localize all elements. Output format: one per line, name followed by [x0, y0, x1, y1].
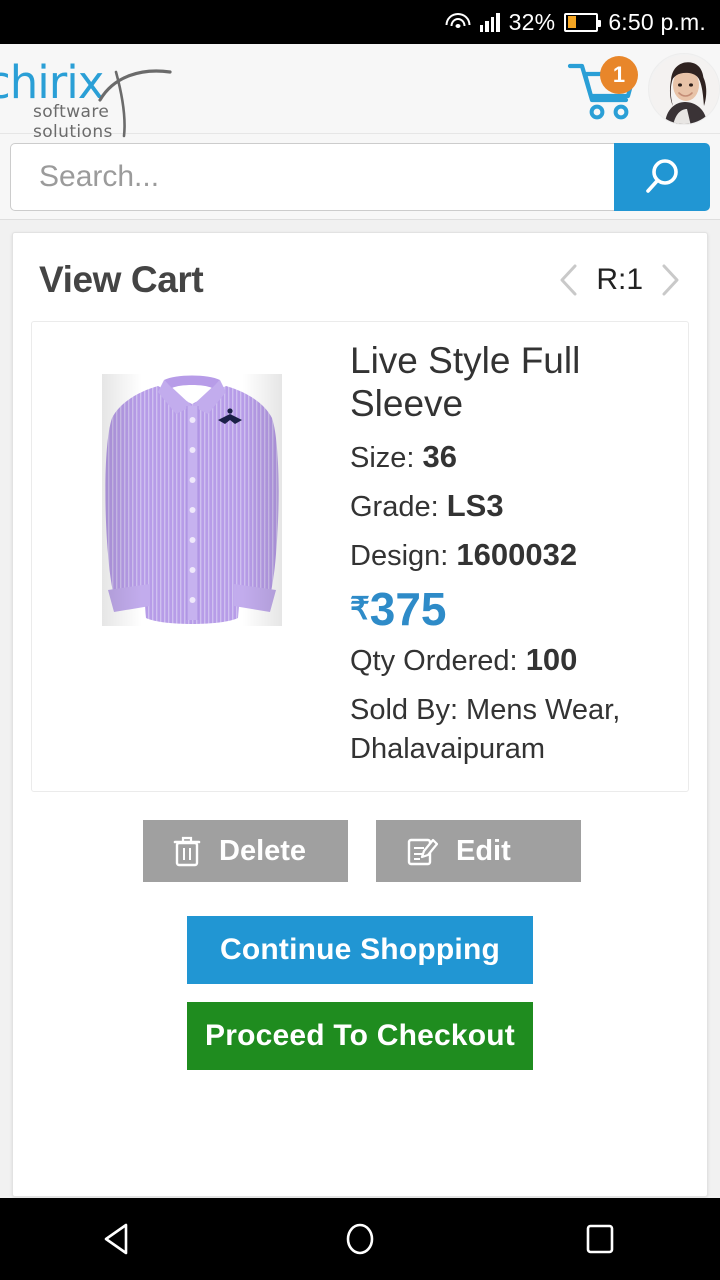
app-logo[interactable]: chirix software solutions — [0, 56, 191, 142]
delete-button-label: Delete — [219, 834, 307, 867]
cart-button[interactable]: 1 — [564, 54, 640, 124]
cart-card-header: View Cart R:1 — [31, 251, 689, 321]
search-input[interactable] — [39, 159, 614, 194]
status-bar-clock: 6:50 p.m. — [608, 8, 706, 35]
product-field-design: Design: 1600032 — [350, 537, 678, 573]
edit-pencil-icon — [407, 839, 438, 866]
currency-symbol: ₹ — [350, 591, 370, 627]
cart-item: Live Style Full Sleeve Size: 36 Grade: L… — [31, 321, 689, 793]
edit-button[interactable]: Edit — [376, 820, 581, 883]
card-spacer — [31, 1080, 689, 1170]
sold-by-line-2: Dhalavaipuram — [350, 733, 546, 766]
trash-icon — [173, 837, 201, 867]
qty-value: 100 — [525, 642, 578, 678]
record-index-label: R:1 — [596, 263, 643, 296]
search-field-wrap[interactable] — [10, 142, 614, 211]
nav-back-button[interactable] — [60, 1198, 180, 1280]
search-bar — [0, 134, 720, 220]
cart-card: View Cart R:1 Live Style Full Sleeve Siz… — [12, 232, 708, 1198]
product-field-size: Size: 36 — [350, 439, 678, 475]
logo-subtitle: software solutions — [33, 102, 113, 142]
signal-icon — [479, 12, 500, 32]
status-bar: 32% 6:50 p.m. — [0, 0, 720, 44]
continue-shopping-button[interactable]: Continue Shopping — [187, 916, 533, 985]
product-name: Live Style Full Sleeve — [350, 340, 581, 424]
cart-badge-count: 1 — [600, 56, 638, 94]
product-price: ₹375 — [350, 586, 678, 632]
app-header: chirix software solutions 1 — [0, 44, 720, 142]
chevron-right-icon[interactable] — [659, 263, 681, 297]
price-value: 375 — [369, 583, 447, 636]
proceed-to-checkout-button[interactable]: Proceed To Checkout — [187, 1002, 533, 1071]
page-body: View Cart R:1 Live Style Full Sleeve Siz… — [0, 220, 720, 1209]
battery-percent-label: 32% — [508, 8, 556, 35]
nav-home-button[interactable] — [300, 1198, 420, 1280]
recents-square-icon — [586, 1224, 614, 1254]
logo-wordmark: chirix — [0, 56, 104, 109]
search-submit-button[interactable] — [614, 142, 710, 211]
search-icon — [646, 158, 678, 193]
back-triangle-icon — [104, 1223, 128, 1255]
grade-label: Grade: — [350, 491, 439, 524]
chevron-left-icon[interactable] — [558, 263, 580, 297]
shirt-image-icon — [102, 374, 282, 626]
delete-button[interactable]: Delete — [143, 820, 348, 883]
edit-button-label: Edit — [456, 834, 511, 867]
item-actions: Delete Edit — [31, 792, 689, 883]
phone-screen: 32% 6:50 p.m. chirix software solutions — [0, 0, 720, 1280]
user-avatar[interactable] — [648, 53, 720, 125]
design-value: 1600032 — [456, 537, 578, 573]
grade-value: LS3 — [446, 488, 504, 524]
home-circle-icon — [346, 1223, 374, 1255]
product-qty: Qty Ordered: 100 — [350, 642, 678, 678]
product-sold-by: Sold By: Mens Wear, Dhalavaipuram — [350, 691, 678, 769]
size-label: Size: — [350, 442, 415, 475]
cart-primary-actions: Continue Shopping Proceed To Checkout — [31, 882, 689, 1080]
wifi-icon — [445, 12, 471, 32]
product-details: Live Style Full Sleeve Size: 36 Grade: L… — [342, 340, 678, 769]
android-nav-bar — [0, 1198, 720, 1280]
header-actions: 1 — [564, 44, 720, 134]
design-label: Design: — [350, 540, 449, 573]
sold-by-line-1: Sold By: Mens Wear, — [350, 694, 621, 727]
size-value: 36 — [422, 439, 458, 475]
product-field-grade: Grade: LS3 — [350, 488, 678, 524]
page-title: View Cart — [39, 259, 204, 300]
qty-label: Qty Ordered: — [350, 645, 518, 678]
product-image[interactable] — [42, 340, 342, 769]
nav-recents-button[interactable] — [540, 1198, 660, 1280]
battery-icon — [564, 12, 602, 32]
record-pager: R:1 — [558, 263, 681, 297]
avatar-photo-icon — [650, 55, 719, 124]
